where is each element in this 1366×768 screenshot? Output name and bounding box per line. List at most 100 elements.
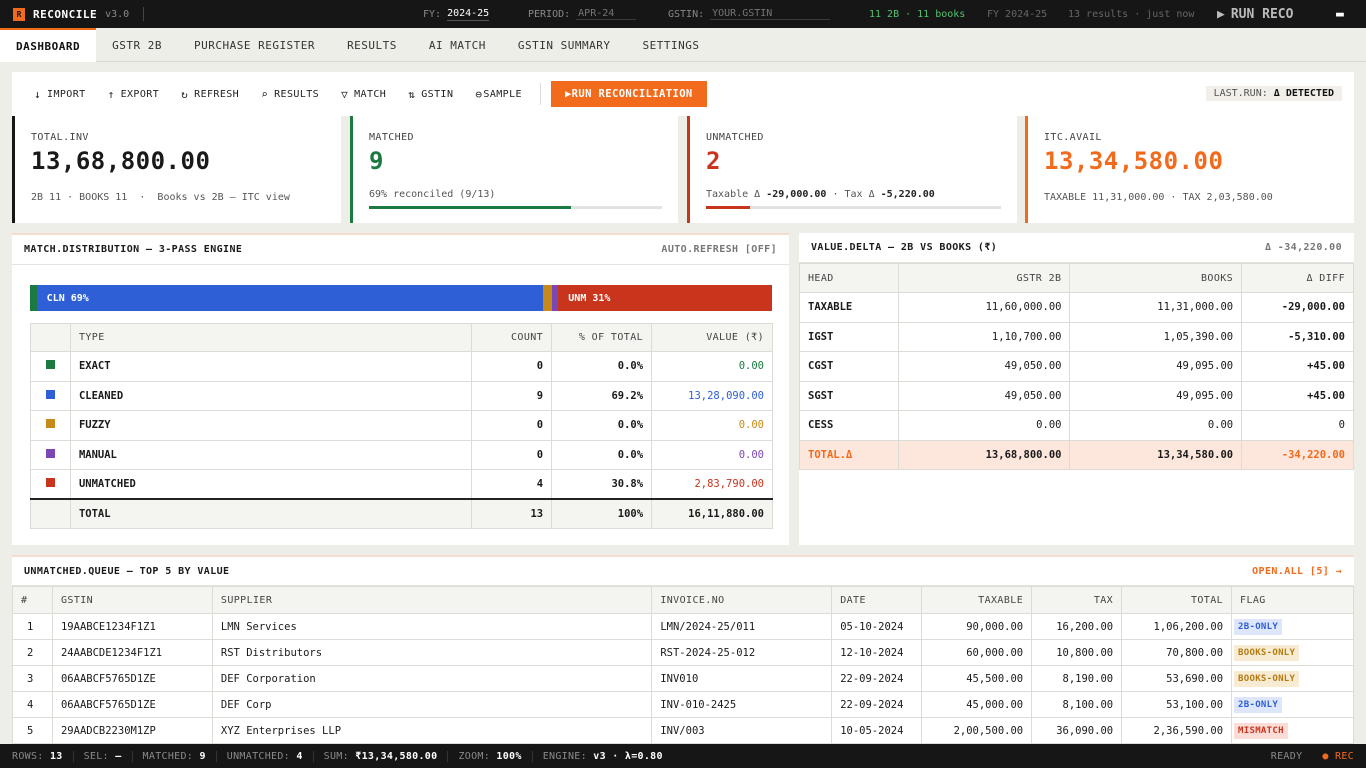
- total-delta-row: TOTAL.Δ 13,68,800.00 13,34,580.00 -34,22…: [799, 439, 1354, 470]
- card-value: 2: [706, 147, 721, 175]
- import-label: IMPORT: [47, 88, 86, 100]
- queue-row[interactable]: 5 29AADCB2230M1ZP XYZ Enterprises LLP IN…: [12, 717, 1354, 744]
- head-cell: IGST: [799, 321, 899, 352]
- delta-row: IGST 1,10,700.00 1,05,390.00 -5,310.00: [799, 321, 1354, 352]
- count-cell: 4: [471, 469, 553, 500]
- tab-dashboard[interactable]: DASHBOARD: [0, 28, 97, 62]
- tab-ai-match[interactable]: AI MATCH: [413, 28, 502, 62]
- distribution-strip: CLN 69% UNM 31%: [30, 285, 772, 311]
- diff-cell: +45.00: [1241, 380, 1354, 411]
- supplier-cell: XYZ Enterprises LLP: [211, 717, 653, 744]
- panel-header: VALUE.DELTA — 2B VS BOOKS (₹) Δ -34,220.…: [799, 233, 1354, 263]
- card-matched: MATCHED 9 69% reconciled (9/13): [350, 116, 678, 223]
- match-row[interactable]: CLEANED 9 69.2% 13,28,090.00: [30, 380, 773, 411]
- queue-row[interactable]: 4 06AABCF5765D1ZE DEF Corp INV-010-2425 …: [12, 691, 1354, 718]
- total-cell: 53,690.00: [1121, 665, 1233, 692]
- color-swatch: [45, 448, 55, 458]
- export-button[interactable]: ↑ EXPORT: [108, 88, 160, 101]
- col-diff: Δ DIFF: [1241, 263, 1354, 293]
- tab-settings[interactable]: SETTINGS: [627, 28, 716, 62]
- match-row[interactable]: MANUAL 0 0.0% 0.00: [30, 439, 773, 470]
- match-button[interactable]: ▽ MATCH: [341, 88, 386, 101]
- total-cell: 70,800.00: [1121, 639, 1233, 666]
- date-cell: 22-09-2024: [831, 665, 923, 692]
- col-supplier: SUPPLIER: [211, 586, 653, 614]
- invoice-cell: LMN/2024-25/011: [651, 613, 833, 640]
- card-itc-avail: ITC.AVAIL 13,34,580.00 TAXABLE 11,31,000…: [1025, 116, 1354, 223]
- delta-total: Δ -34,220.00: [1264, 242, 1342, 253]
- swatch-cell: [30, 380, 71, 411]
- queue-row[interactable]: 2 24AABCDE1234F1Z1 RST Distributors RST-…: [12, 639, 1354, 666]
- flag-cell: MISMATCH: [1231, 717, 1354, 744]
- status-value: 9: [199, 750, 206, 762]
- table-header: # GSTIN SUPPLIER INVOICE.NO DATE TAXABLE…: [12, 586, 1354, 614]
- card-value: 9: [369, 147, 384, 175]
- status-label: SUM:: [323, 750, 349, 762]
- import-button[interactable]: ↓ IMPORT: [34, 88, 86, 101]
- gstin-input[interactable]: [710, 8, 831, 20]
- menu-icon[interactable]: ▬: [1336, 0, 1344, 28]
- tab-gstr-2b[interactable]: GSTR 2B: [96, 28, 178, 62]
- swatch-cell: [30, 351, 71, 382]
- total-count: 13: [471, 498, 553, 529]
- date-cell: 10-05-2024: [831, 717, 923, 744]
- index-cell: 2: [12, 639, 53, 666]
- run-reco-button[interactable]: ▶ RUN RECO: [1217, 0, 1293, 28]
- tab-gstin-summary[interactable]: GSTIN SUMMARY: [502, 28, 627, 62]
- color-swatch: [45, 478, 55, 487]
- recording-indicator: ● REC: [1322, 750, 1354, 762]
- gstin-cell: 19AABCE1234F1Z1: [51, 613, 213, 640]
- col-type: TYPE: [69, 323, 473, 352]
- tab-results[interactable]: RESULTS: [331, 28, 413, 62]
- col-invoice: INVOICE.NO: [651, 586, 833, 614]
- total-diff: -34,220.00: [1241, 439, 1354, 470]
- match-row[interactable]: UNMATCHED 4 30.8% 2,83,790.00: [30, 469, 773, 500]
- queue-row[interactable]: 1 19AABCE1234F1Z1 LMN Services LMN/2024-…: [12, 613, 1354, 640]
- total-delta-label: TOTAL.Δ: [799, 439, 899, 470]
- col-tax: TAX: [1031, 586, 1123, 614]
- taxable-delta-label: Taxable Δ: [706, 189, 767, 200]
- pct-cell: 0.0%: [551, 410, 653, 441]
- head-cell: CGST: [799, 351, 899, 382]
- match-row[interactable]: FUZZY 0 0.0% 0.00: [30, 410, 773, 441]
- results-button[interactable]: ⌕ RESULTS: [261, 88, 319, 101]
- run-reconciliation-button[interactable]: ▶RUN RECONCILIATION: [550, 81, 707, 107]
- col-index: #: [12, 586, 53, 614]
- date-cell: 05-10-2024: [831, 613, 923, 640]
- unmatched-table: # GSTIN SUPPLIER INVOICE.NO DATE TAXABLE…: [12, 586, 1354, 744]
- upload-icon: ↑: [107, 87, 115, 101]
- status-value: —: [115, 750, 122, 762]
- gstr-cell: 49,050.00: [897, 380, 1071, 411]
- status-label: UNMATCHED:: [226, 750, 290, 762]
- card-label: MATCHED: [369, 132, 414, 143]
- status-label: ENGINE:: [542, 750, 587, 762]
- fy-value[interactable]: 2024-25: [447, 8, 490, 21]
- panel-header: UNMATCHED.QUEUE — TOP 5 BY VALUE OPEN.AL…: [12, 557, 1354, 586]
- gstr-cell: 11,60,000.00: [897, 292, 1071, 323]
- flag-badge: 2B-ONLY: [1234, 696, 1283, 713]
- books-cell: 1,05,390.00: [1069, 321, 1243, 352]
- total-cell: 2,36,590.00: [1121, 717, 1233, 744]
- matched-progress-bar: [369, 206, 662, 209]
- unmatched-progress-bar: [706, 206, 1001, 209]
- app-title: RECONCILE: [33, 7, 98, 21]
- pct-cell: 30.8%: [551, 469, 653, 500]
- queue-row[interactable]: 3 06AABCF5765D1ZE DEF Corporation INV010…: [12, 665, 1354, 692]
- open-all-link[interactable]: OPEN.ALL [5] →: [1252, 566, 1342, 577]
- period-input[interactable]: [576, 8, 637, 20]
- gstin-button[interactable]: ⇅ GSTIN: [408, 88, 453, 101]
- col-books: BOOKS: [1069, 263, 1243, 293]
- value-cell: 0.00: [651, 351, 773, 382]
- status-label: ZOOM:: [458, 750, 491, 762]
- index-cell: 4: [12, 691, 53, 718]
- tax-cell: 10,800.00: [1031, 639, 1123, 666]
- refresh-button[interactable]: ↻ REFRESH: [181, 88, 239, 101]
- auto-refresh-toggle[interactable]: AUTO.REFRESH [OFF]: [661, 244, 777, 255]
- invoice-cell: INV010: [651, 665, 833, 692]
- fy-selector[interactable]: FY: 2024-25: [423, 0, 490, 28]
- match-row[interactable]: EXACT 0 0.0% 0.00: [30, 351, 773, 382]
- kpi-cards: TOTAL.INV 13,68,800.00 2B 11 · BOOKS 11 …: [12, 116, 1354, 223]
- tab-purchase-register[interactable]: PURCHASE REGISTER: [178, 28, 331, 62]
- sample-button[interactable]: ⊖ SAMPLE: [475, 88, 522, 101]
- invoice-cell: INV/003: [651, 717, 833, 744]
